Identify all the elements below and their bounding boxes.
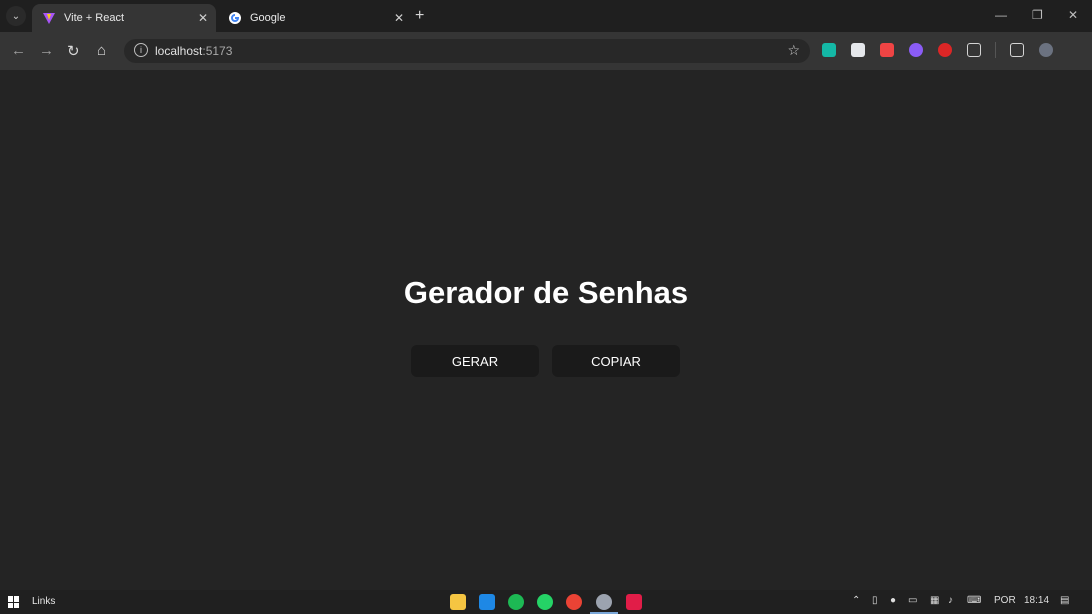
extension-icon[interactable] (909, 43, 923, 57)
extensions-puzzle-icon[interactable] (967, 43, 981, 57)
extension-icon[interactable] (880, 43, 894, 57)
home-icon[interactable]: ⌂ (97, 42, 106, 59)
clock[interactable]: 18:14 (1024, 595, 1049, 606)
tab-search-button[interactable]: ⌄ (6, 6, 26, 26)
address-bar[interactable]: i localhost:5173 ☆ (124, 39, 810, 63)
site-info-icon[interactable]: i (134, 43, 148, 57)
active-app-icon[interactable] (590, 594, 618, 614)
profile-avatar-icon[interactable] (1039, 43, 1053, 57)
extension-icon[interactable] (851, 43, 865, 57)
copy-button[interactable]: COPIAR (552, 345, 680, 377)
tray-chevron-up-icon[interactable]: ⌃ (852, 595, 860, 606)
keyboard-icon[interactable]: ⌨ (967, 595, 981, 606)
window-close-icon[interactable]: ✕ (1068, 8, 1078, 22)
chrome-icon[interactable] (566, 594, 582, 610)
restore-icon[interactable]: ❐ (1032, 8, 1043, 22)
close-tab-icon[interactable]: ✕ (394, 11, 404, 25)
tab-title: Vite + React (64, 12, 125, 24)
bookmark-star-icon[interactable]: ☆ (787, 42, 800, 59)
tab-vite-react[interactable]: Vite + React ✕ (32, 4, 216, 32)
vite-icon (42, 11, 56, 25)
side-panel-icon[interactable] (1010, 43, 1024, 57)
toolbar-divider (995, 42, 996, 58)
close-tab-icon[interactable]: ✕ (198, 11, 208, 25)
taskbar-links-label[interactable]: Links (32, 596, 55, 607)
browser-chrome: ⌄ Vite + React ✕ Google ✕ + — ❐ ✕ ← → ↻ … (0, 0, 1092, 70)
page-title: Gerador de Senhas (403, 275, 689, 310)
vscode-icon[interactable] (479, 594, 495, 610)
notifications-icon[interactable]: ▤ (1060, 595, 1069, 606)
generate-button[interactable]: GERAR (411, 345, 539, 377)
windows-start-icon[interactable] (8, 596, 20, 608)
tray-device-icon[interactable]: ▯ (872, 595, 878, 606)
app-icon[interactable] (626, 594, 642, 610)
new-tab-button[interactable]: + (415, 7, 424, 25)
forward-icon[interactable]: → (39, 42, 54, 59)
tab-google[interactable]: Google ✕ (218, 4, 412, 32)
file-explorer-icon[interactable] (450, 594, 466, 610)
microphone-icon[interactable]: ● (890, 595, 896, 606)
extension-icon[interactable] (938, 43, 952, 57)
volume-icon[interactable]: ♪ (948, 595, 953, 606)
page-content (0, 70, 1092, 590)
battery-icon[interactable]: ▭ (908, 595, 917, 606)
extension-icon[interactable] (822, 43, 836, 57)
url-text: localhost:5173 (155, 44, 233, 58)
language-indicator[interactable]: POR (994, 595, 1016, 606)
spotify-icon[interactable] (508, 594, 524, 610)
reload-icon[interactable]: ↻ (67, 42, 80, 60)
google-icon (228, 11, 242, 25)
minimize-icon[interactable]: — (995, 8, 1007, 22)
windows-taskbar: Links ⌃ ▯ ● ▭ ▦ ♪ ⌨ POR 18:14 ▤ (0, 590, 1092, 614)
network-icon[interactable]: ▦ (930, 595, 939, 606)
back-icon[interactable]: ← (11, 42, 26, 59)
whatsapp-icon[interactable] (537, 594, 553, 610)
tab-title: Google (250, 12, 286, 24)
tab-strip: ⌄ Vite + React ✕ Google ✕ + — ❐ ✕ (0, 0, 1092, 32)
